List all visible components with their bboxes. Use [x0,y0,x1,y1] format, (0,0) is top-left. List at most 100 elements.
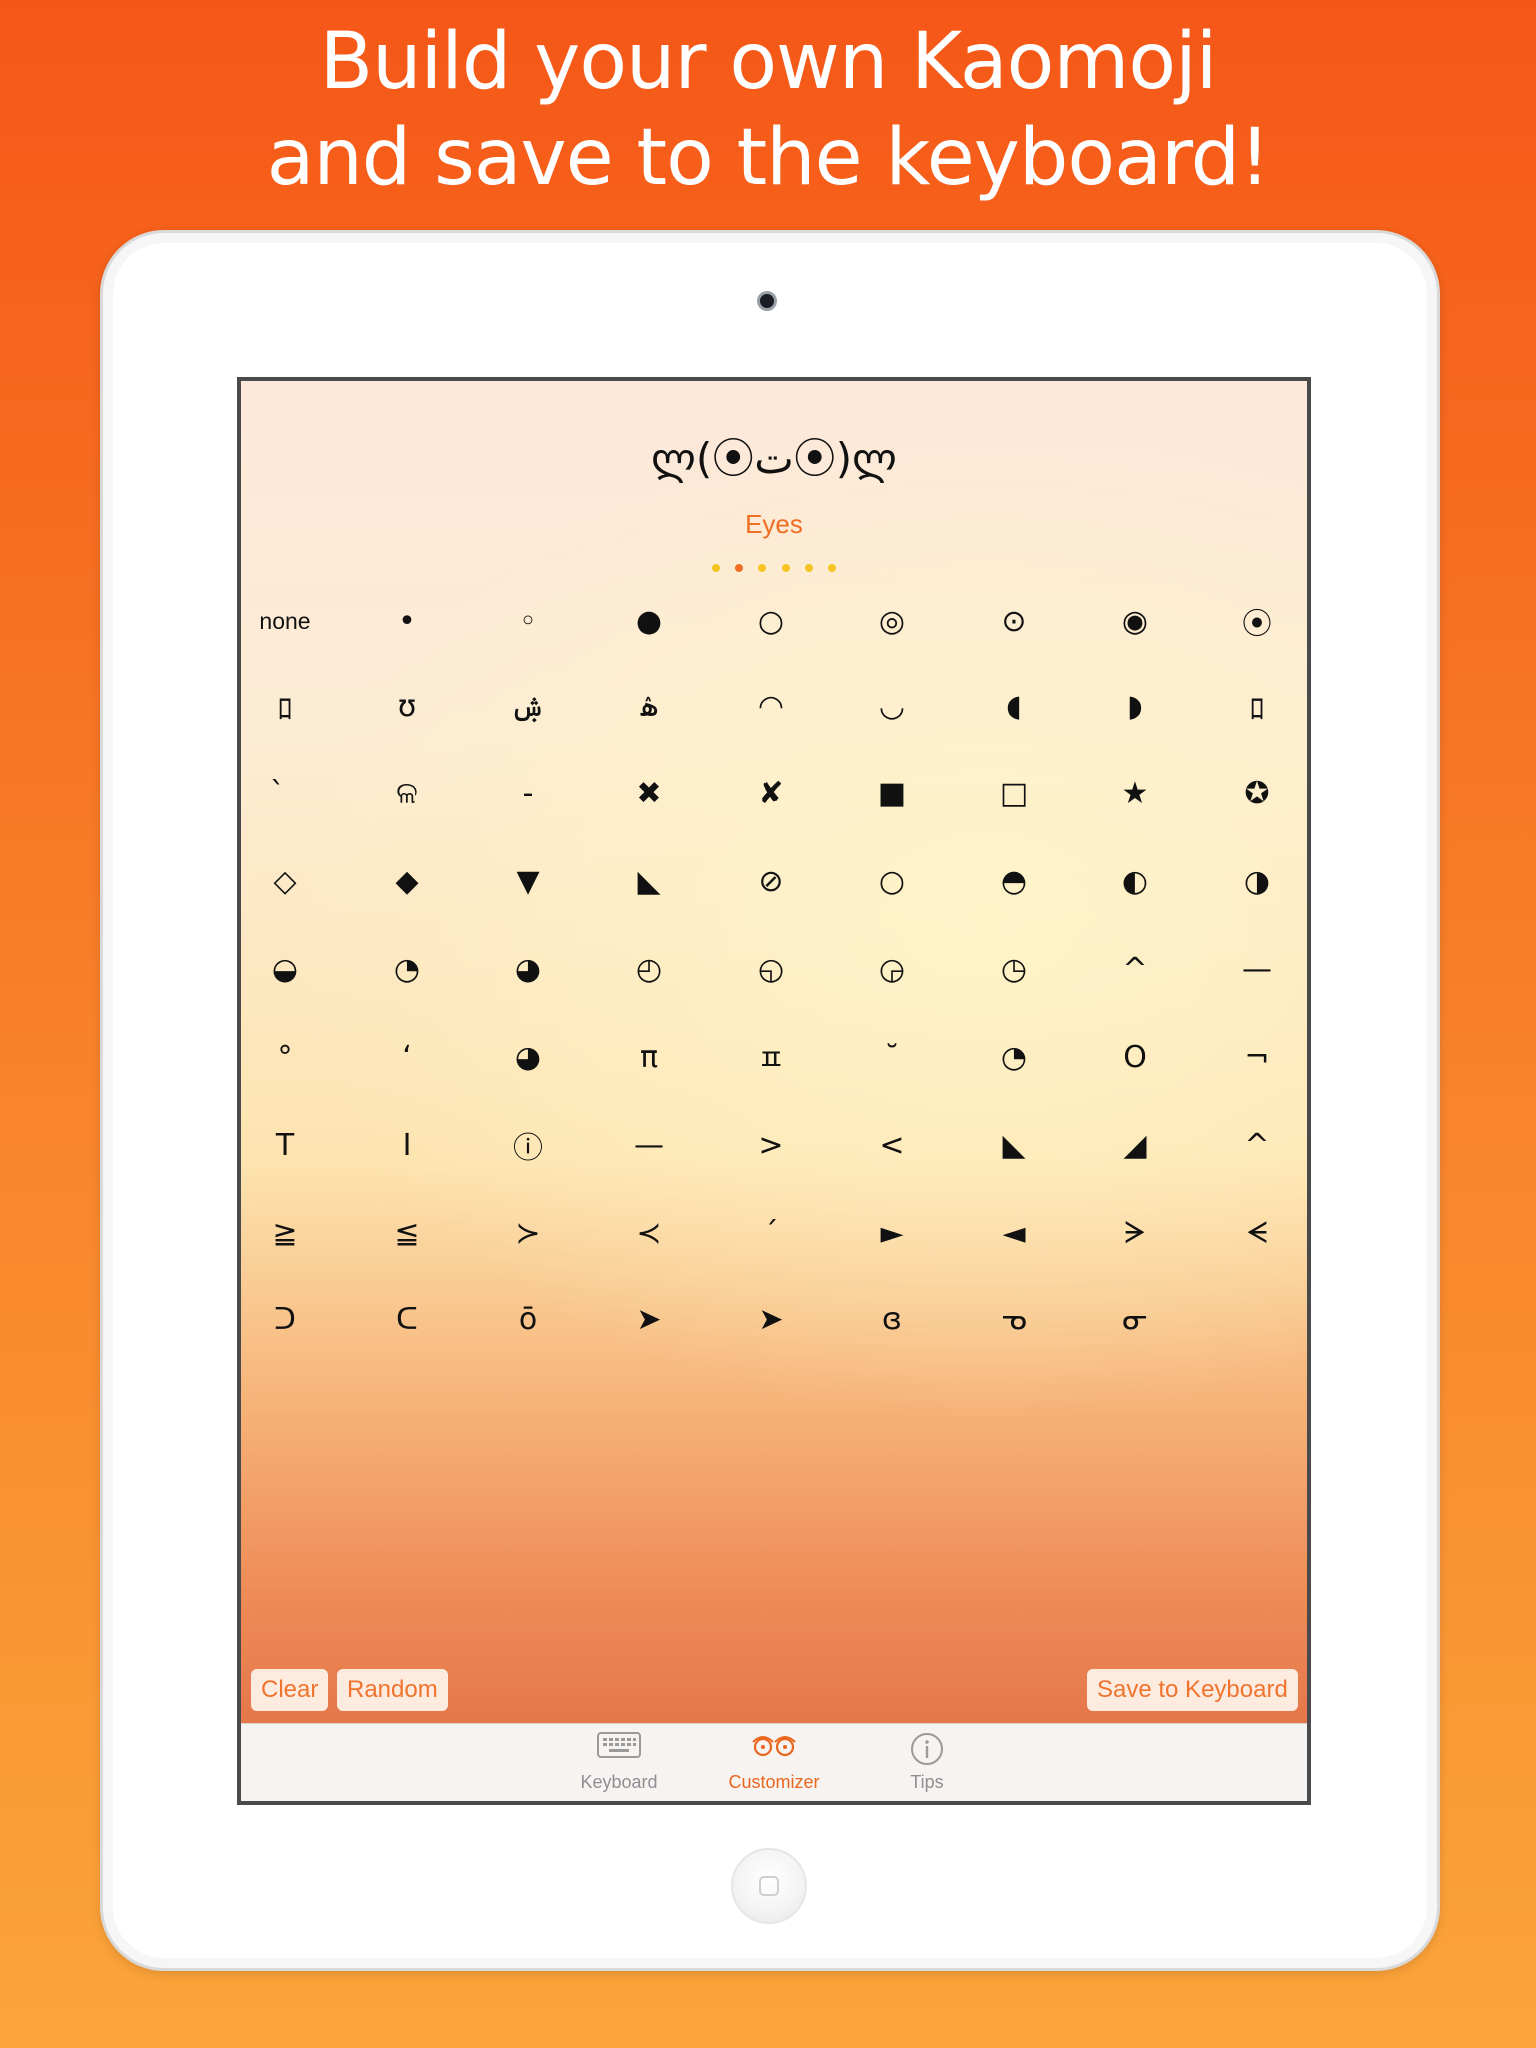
eye-symbol-option[interactable]: ⊘ [711,851,831,911]
eye-symbol-option[interactable]: ◦ [468,591,588,651]
eye-symbol-option[interactable]: - [468,763,588,823]
eye-symbol-option[interactable]: ﾛ [241,676,345,736]
eye-symbol-option[interactable]: T [241,1115,345,1175]
eye-symbol-option[interactable]: ◕ [468,1027,588,1087]
eye-symbol-option[interactable]: ◣ [589,851,709,911]
eye-symbol-option[interactable]: ◴ [589,939,709,999]
eye-symbol-option[interactable]: — [589,1115,709,1175]
eye-symbol-option[interactable]: ̀ [241,763,345,823]
tab-tips-label: Tips [910,1772,944,1792]
eye-symbol-option[interactable]: ★ [1075,763,1195,823]
eye-symbol-option[interactable]: ᗒ [1075,1203,1195,1263]
eye-symbol-option[interactable]: ■ [832,763,952,823]
eye-symbol-option[interactable]: π [589,1027,709,1087]
eye-symbol-option[interactable]: ◉ [1075,591,1195,651]
keyboard-icon [597,1732,641,1763]
eye-symbol-option[interactable]: ◣ [954,1115,1074,1175]
eye-symbol-option[interactable]: ō [468,1289,588,1349]
eye-symbol-option[interactable]: ➤ [711,1289,831,1349]
tab-keyboard-label: Keyboard [580,1772,658,1792]
eye-symbol-option[interactable]: ‘ [347,1027,467,1087]
eye-symbol-option[interactable]: ¬ [1197,1027,1307,1087]
eye-symbol-option[interactable]: ✘ [711,763,831,823]
eye-symbol-option[interactable]: ᑕ [347,1289,467,1349]
tab-tips[interactable]: Tips [862,1724,992,1801]
eye-symbol-option[interactable]: ○ [832,851,952,911]
save-to-keyboard-button[interactable]: Save to Keyboard [1087,1669,1298,1711]
eye-symbol-option[interactable]: O [1075,1027,1195,1087]
info-icon [910,1732,944,1771]
eye-symbol-option[interactable]: • [347,591,467,651]
eye-symbol-option[interactable]: ○ [711,591,831,651]
eye-symbol-option[interactable]: ◄ [954,1203,1074,1263]
eye-symbol-option[interactable]: ✪ [1197,763,1307,823]
eye-symbol-option[interactable]: ˘ [832,1027,952,1087]
tab-keyboard[interactable]: Keyboard [554,1724,684,1801]
app-screen: ლ(⦿ت⦿)ლ Eyes none•◦●○◎⊙◉⦿ﾛʊۺۿ◠◡◖◗ﾛ̀ଳ-✖✘■… [237,377,1311,1805]
eye-symbol-option[interactable]: ● [589,591,709,651]
eye-symbol-option[interactable]: ≦ [347,1203,467,1263]
eye-symbol-option[interactable]: > [711,1115,831,1175]
eye-symbol-option[interactable]: ≧ [241,1203,345,1263]
eye-symbol-option[interactable]: — [1197,939,1307,999]
eye-symbol-option[interactable]: ﾛ [1197,676,1307,736]
eye-symbol-option[interactable]: ≺ [589,1203,709,1263]
eye-symbol-option[interactable]: ^ [1075,939,1195,999]
eye-symbol-option[interactable]: ^ [1197,1115,1307,1175]
eye-symbol-option[interactable]: ◷ [954,939,1074,999]
eye-symbol-option[interactable]: I [347,1115,467,1175]
eye-symbol-option[interactable]: ◔ [954,1027,1074,1087]
headline: Build your own Kaomoji and save to the k… [0,14,1536,206]
eye-symbol-option[interactable]: ◓ [954,851,1074,911]
tab-customizer[interactable]: Customizer [709,1724,839,1801]
clear-button[interactable]: Clear [251,1669,329,1711]
eye-symbol-option[interactable]: ► [832,1203,952,1263]
headline-line-1: Build your own Kaomoji [319,17,1218,107]
eye-symbol-option[interactable]: ◠ [711,676,831,736]
eye-symbol-option[interactable]: ㅍ [711,1027,831,1087]
random-button[interactable]: Random [337,1669,448,1711]
eye-symbol-option[interactable]: ◶ [832,939,952,999]
eye-symbol-option[interactable]: ◕ [468,939,588,999]
eye-symbol-option[interactable]: ▼ [468,851,588,911]
eye-symbol-option[interactable]: ଳ [347,763,467,823]
eye-symbol-grid: none•◦●○◎⊙◉⦿ﾛʊۺۿ◠◡◖◗ﾛ̀ଳ-✖✘■□★✪◇◆▼◣⊘○◓◐◑◒… [241,381,1307,1681]
eye-symbol-option[interactable]: ɞ [832,1289,952,1349]
eye-symbol-option[interactable]: ᓂ [1075,1289,1195,1349]
eye-symbol-option[interactable]: □ [954,763,1074,823]
eye-symbol-option[interactable]: ◎ [832,591,952,651]
eye-symbol-option[interactable]: ⦿ [1197,591,1307,651]
eye-symbol-option[interactable]: ◔ [347,939,467,999]
eye-symbol-option[interactable]: ◗ [1075,676,1195,736]
eye-symbol-option[interactable]: ◡ [832,676,952,736]
tab-bar: Keyboard Customizer Tips [241,1723,1307,1801]
eye-symbol-option[interactable]: ᑐ [241,1289,345,1349]
eye-symbol-option[interactable]: ◇ [241,851,345,911]
eye-symbol-option[interactable]: < [832,1115,952,1175]
camera-icon [757,291,777,311]
eye-symbol-option[interactable]: ⓘ [468,1115,588,1175]
eye-symbol-option[interactable]: ۿ [589,676,709,736]
eye-symbol-option[interactable]: ◵ [711,939,831,999]
ipad-frame: ლ(⦿ت⦿)ლ Eyes none•◦●○◎⊙◉⦿ﾛʊۺۿ◠◡◖◗ﾛ̀ଳ-✖✘■… [100,230,1440,1971]
eye-symbol-option[interactable]: ᗕ [1197,1203,1307,1263]
eye-symbol-option[interactable]: ≻ [468,1203,588,1263]
eye-symbol-option[interactable]: ˊ [711,1203,831,1263]
home-button[interactable] [731,1848,807,1924]
eye-symbol-option[interactable]: ⊙ [954,591,1074,651]
eye-symbol-option[interactable]: ᓀ [954,1289,1074,1349]
eye-symbol-option[interactable]: ◢ [1075,1115,1195,1175]
tab-customizer-label: Customizer [728,1772,820,1792]
eye-symbol-option[interactable]: ◐ [1075,851,1195,911]
eye-symbol-option[interactable]: none [241,591,345,651]
eye-symbol-option[interactable]: ➤ [589,1289,709,1349]
eye-symbol-option[interactable]: ۺ [468,676,588,736]
eye-symbol-option[interactable]: ʊ [347,676,467,736]
eye-symbol-option[interactable]: ◑ [1197,851,1307,911]
eye-symbol-option[interactable]: ✖ [589,763,709,823]
eye-symbol-option[interactable]: ° [241,1027,345,1087]
eye-symbol-option[interactable]: ◖ [954,676,1074,736]
home-square-icon [759,1876,779,1896]
eye-symbol-option[interactable]: ◆ [347,851,467,911]
eye-symbol-option[interactable]: ◒ [241,939,345,999]
